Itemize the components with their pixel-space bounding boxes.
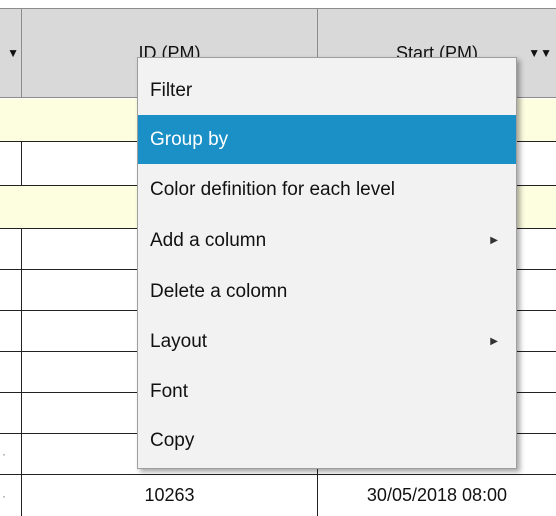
menu-item-label: Color definition for each level	[150, 178, 396, 200]
row-selector[interactable]	[0, 352, 22, 392]
menu-item-color-definition[interactable]: Color definition for each level	[138, 165, 516, 214]
row-marker-icon: ·	[2, 488, 6, 503]
cell-id: 10263	[22, 475, 318, 516]
cell-start: 30/05/2018 08:00	[366, 485, 508, 505]
menu-item-font[interactable]: Font	[138, 367, 516, 416]
menu-item-group-by[interactable]: Group by	[138, 115, 516, 164]
menu-item-add-column[interactable]: Add a column ▶	[138, 216, 516, 265]
context-menu: Filter Group by Color definition for eac…	[137, 57, 517, 469]
menu-item-label: Copy	[150, 429, 195, 451]
menu-item-label: Layout	[150, 330, 208, 352]
sort-filter-icon: ▼▼	[528, 46, 552, 60]
row-selector[interactable]	[0, 393, 22, 433]
submenu-arrow-icon: ▶	[490, 336, 498, 347]
menu-item-label: Font	[150, 380, 189, 402]
table-row[interactable]: · 10263 30/05/2018 08:00	[0, 475, 556, 516]
menu-item-label: Delete a colomn	[150, 280, 288, 302]
menu-item-copy[interactable]: Copy	[138, 416, 516, 465]
column-header-selector[interactable]: ▼	[0, 8, 22, 98]
row-selector[interactable]	[0, 270, 22, 310]
menu-item-label: Filter	[150, 79, 193, 101]
menu-item-label: Group by	[150, 128, 229, 150]
menu-item-layout[interactable]: Layout ▶	[138, 317, 516, 366]
row-selector[interactable]	[0, 142, 22, 185]
row-marker-icon: ·	[2, 447, 6, 461]
submenu-arrow-icon: ▶	[490, 235, 498, 246]
row-selector[interactable]	[0, 311, 22, 351]
row-selector[interactable]	[0, 229, 22, 269]
row-selector[interactable]: ·	[0, 434, 22, 474]
menu-item-filter[interactable]: Filter	[138, 66, 516, 115]
menu-item-label: Add a column	[150, 229, 267, 251]
row-selector[interactable]: ·	[0, 475, 22, 516]
menu-item-delete-column[interactable]: Delete a colomn	[138, 267, 516, 316]
filter-arrow-icon: ▼	[7, 46, 19, 60]
